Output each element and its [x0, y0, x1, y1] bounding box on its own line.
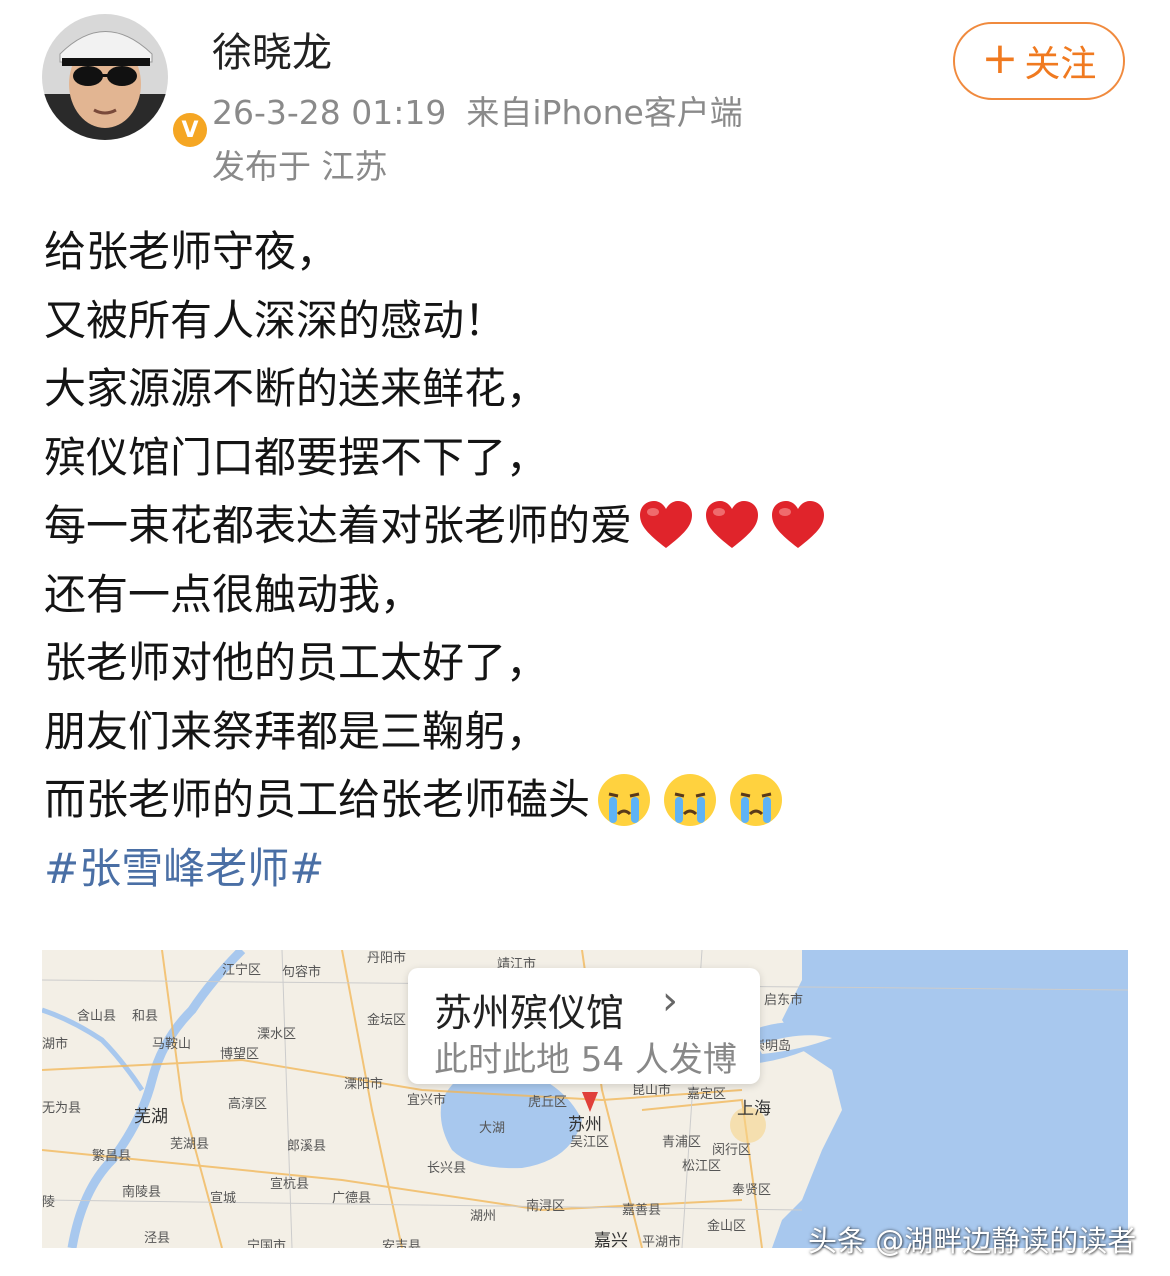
svg-text:上海: 上海	[737, 1099, 771, 1119]
verified-badge-icon: V	[170, 110, 210, 150]
heart-emoji-icon	[640, 501, 693, 549]
post-line: 大家源源不断的送来鲜花，	[44, 364, 549, 413]
svg-text:长兴县: 长兴县	[427, 1161, 466, 1176]
svg-text:吴江区: 吴江区	[570, 1135, 609, 1150]
avatar[interactable]: V	[42, 14, 210, 150]
svg-text:泾县: 泾县	[144, 1231, 170, 1246]
post-line: 又被所有人深深的感动！	[44, 295, 507, 345]
post-location: 发布于 江苏	[212, 147, 388, 186]
svg-text:宜兴市: 宜兴市	[407, 1092, 446, 1108]
svg-text:安吉县: 安吉县	[382, 1239, 421, 1248]
post-line: 殡仪馆门口都要摆不下了，	[44, 432, 549, 482]
svg-text:嘉兴: 嘉兴	[594, 1231, 628, 1248]
svg-text:和县: 和县	[132, 1009, 158, 1024]
svg-text:青浦区: 青浦区	[662, 1135, 701, 1150]
follow-button[interactable]: + 关注	[953, 22, 1125, 100]
svg-text:高淳区: 高淳区	[228, 1096, 267, 1112]
chevron-right-icon: ›	[662, 978, 678, 1024]
svg-text:大湖: 大湖	[479, 1121, 505, 1136]
svg-text:郎溪县: 郎溪县	[287, 1139, 326, 1154]
post-line: 给张老师守夜，	[44, 227, 339, 276]
svg-text:松江区: 松江区	[682, 1159, 721, 1174]
post-line-text: 而张老师的员工给张老师磕头	[44, 775, 591, 824]
post-line-with-hearts: 每一束花都表达着对张老师的爱	[44, 492, 1134, 561]
crying-face-emoji-icon	[664, 774, 717, 827]
post-time: 26-3-28 01:19	[212, 93, 447, 132]
svg-text:金坛区: 金坛区	[367, 1012, 406, 1028]
svg-text:闵行区: 闵行区	[712, 1143, 751, 1158]
post-line-with-crying: 而张老师的员工给张老师磕头	[44, 766, 1134, 835]
svg-text:宁国市: 宁国市	[247, 1238, 286, 1248]
svg-text:繁昌县: 繁昌县	[92, 1148, 131, 1164]
svg-text:金山区: 金山区	[707, 1218, 746, 1234]
svg-text:丹阳市: 丹阳市	[367, 950, 406, 966]
hashtag-link[interactable]: #张雪峰老师#	[44, 835, 1134, 904]
svg-text:芜湖县: 芜湖县	[170, 1137, 209, 1152]
place-stat: 此时此地 54 人发博	[434, 1040, 737, 1080]
svg-text:无为县: 无为县	[42, 1101, 81, 1116]
svg-text:博望区: 博望区	[220, 1046, 259, 1062]
post-line: 张老师对他的员工太好了，	[44, 638, 549, 687]
post-line: 朋友们来祭拜都是三鞠躬，	[44, 706, 549, 756]
svg-text:虎丘区: 虎丘区	[528, 1095, 567, 1110]
svg-text:马鞍山: 马鞍山	[152, 1036, 191, 1052]
location-card[interactable]: 苏州殡仪馆 › 此时此地 54 人发博	[408, 968, 760, 1084]
svg-text:陵: 陵	[42, 1195, 55, 1210]
place-name: 苏州殡仪馆	[434, 991, 625, 1035]
svg-text:宣城: 宣城	[210, 1190, 236, 1206]
svg-text:昆山市: 昆山市	[632, 1082, 671, 1098]
svg-text:芜湖: 芜湖	[134, 1107, 168, 1127]
svg-text:奉贤区: 奉贤区	[732, 1183, 771, 1198]
svg-text:含山县: 含山县	[77, 1008, 116, 1024]
plus-icon: +	[981, 33, 1019, 84]
svg-text:湖市: 湖市	[42, 1036, 68, 1052]
heart-emoji-icon	[772, 501, 825, 549]
svg-text:湖州: 湖州	[470, 1209, 496, 1224]
svg-text:溧水区: 溧水区	[257, 1027, 296, 1042]
crying-face-emoji-icon	[598, 774, 651, 827]
username[interactable]: 徐晓龙	[212, 20, 332, 78]
svg-text:平湖市: 平湖市	[642, 1234, 681, 1248]
svg-text:宣杭县: 宣杭县	[270, 1176, 309, 1192]
svg-text:南陵县: 南陵县	[122, 1184, 161, 1200]
post-meta: 26-3-28 01:19 来自iPhone客户端	[212, 86, 743, 134]
svg-text:嘉定区: 嘉定区	[687, 1087, 726, 1102]
svg-text:句容市: 句容市	[282, 964, 321, 980]
post-line-text: 每一束花都表达着对张老师的爱	[44, 501, 633, 550]
svg-text:嘉善县: 嘉善县	[622, 1202, 661, 1218]
svg-text:苏州: 苏州	[568, 1115, 602, 1135]
svg-text:启东市: 启东市	[764, 992, 803, 1008]
svg-text:溧阳市: 溧阳市	[344, 1076, 383, 1092]
post-content: 给张老师守夜， 又被所有人深深的感动！ 大家源源不断的送来鲜花， 殡仪馆门口都要…	[44, 218, 1134, 903]
follow-label: 关注	[1024, 44, 1097, 85]
heart-emoji-icon	[706, 501, 759, 549]
svg-text:南浔区: 南浔区	[526, 1198, 565, 1214]
watermark: 头条 @湖畔边静读的读者	[808, 1224, 1137, 1258]
post-source: 来自iPhone客户端	[466, 93, 743, 132]
svg-text:江宁区: 江宁区	[222, 962, 261, 978]
crying-face-emoji-icon	[730, 774, 783, 827]
svg-text:广德县: 广德县	[332, 1191, 371, 1206]
post-line: 还有一点很触动我，	[44, 569, 423, 619]
